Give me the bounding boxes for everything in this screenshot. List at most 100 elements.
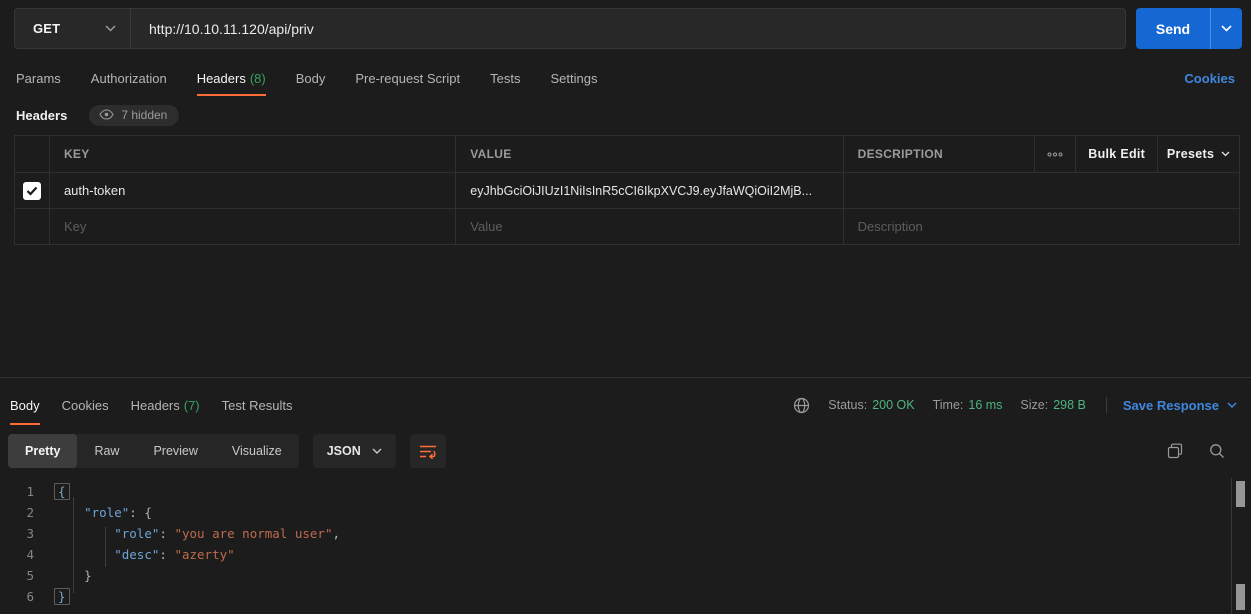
headers-count-badge: (8) — [250, 71, 266, 86]
indent-guide — [105, 527, 106, 567]
tab-params[interactable]: Params — [16, 60, 61, 96]
column-value: VALUE — [455, 136, 842, 172]
send-button-group: Send — [1136, 8, 1242, 49]
response-meta-bar: Status: 200 OK Time: 16 ms Size: 298 B S… — [793, 385, 1237, 425]
column-key: KEY — [49, 136, 455, 172]
new-header-row: Key Value Description — [15, 209, 1239, 245]
send-label: Send — [1156, 21, 1190, 37]
jwt-token-value: eyJhbGciOiJIUzI1NiIsInR5cCI6IkpXVCJ9.eyJ… — [470, 184, 812, 198]
cookies-link[interactable]: Cookies — [1184, 71, 1235, 86]
tab-headers[interactable]: Headers (8) — [197, 60, 266, 96]
eye-icon — [99, 109, 114, 120]
more-options-icon[interactable] — [1034, 136, 1075, 172]
line-number: 6 — [0, 586, 48, 607]
line-number: 3 — [0, 523, 48, 544]
headers-section-title: Headers — [16, 108, 67, 123]
indent-guide — [73, 497, 74, 593]
response-view-toolbar: Pretty Raw Preview Visualize JSON — [8, 432, 1237, 470]
send-options-button[interactable] — [1210, 8, 1242, 49]
chevron-down-icon — [1221, 151, 1230, 157]
response-tab-body[interactable]: Body — [10, 385, 40, 425]
request-tab-bar: Params Authorization Headers (8) Body Pr… — [16, 60, 1235, 96]
line-number: 4 — [0, 544, 48, 565]
json-key: "desc" — [114, 547, 159, 562]
code-line: 5 } — [0, 565, 1230, 586]
row-checkbox-cell — [15, 173, 49, 208]
bulk-edit-button[interactable]: Bulk Edit — [1075, 136, 1157, 172]
send-button[interactable]: Send — [1136, 8, 1210, 49]
json-key: "role" — [114, 526, 159, 541]
json-string-value: "azerty" — [174, 547, 234, 562]
chevron-down-icon — [105, 25, 116, 32]
fold-toggle[interactable]: { — [54, 483, 70, 500]
save-response-button[interactable]: Save Response — [1123, 398, 1237, 413]
globe-icon[interactable] — [793, 397, 810, 414]
tab-settings[interactable]: Settings — [550, 60, 597, 96]
search-icon[interactable] — [1209, 443, 1225, 459]
url-input[interactable]: http://10.10.11.120/api/priv — [130, 8, 1126, 49]
tab-body[interactable]: Body — [296, 60, 326, 96]
header-row-auth-token: auth-token eyJhbGciOiJIUzI1NiIsInR5cCI6I… — [15, 173, 1239, 209]
chevron-down-icon — [372, 448, 382, 454]
tab-authorization[interactable]: Authorization — [91, 60, 167, 96]
response-tools — [1167, 443, 1237, 459]
meta-divider — [1106, 397, 1107, 413]
header-description-field[interactable] — [843, 173, 1239, 208]
code-line: 4 "desc": "azerty" — [0, 544, 1230, 565]
view-preview[interactable]: Preview — [136, 434, 214, 468]
method-select[interactable]: GET — [14, 8, 130, 49]
pane-divider[interactable] — [0, 377, 1251, 378]
chevron-down-icon — [1221, 25, 1232, 32]
headers-table-header: KEY VALUE DESCRIPTION Bulk Edit Presets — [15, 136, 1239, 173]
view-raw[interactable]: Raw — [77, 434, 136, 468]
method-value: GET — [33, 21, 60, 36]
json-string-value: "you are normal user" — [174, 526, 332, 541]
format-dropdown[interactable]: JSON — [313, 434, 396, 468]
line-number: 1 — [0, 481, 48, 502]
time-badge: Time: 16 ms — [933, 398, 1003, 412]
view-mode-segmented-control: Pretty Raw Preview Visualize — [8, 434, 299, 468]
wrap-lines-button[interactable] — [410, 434, 446, 468]
headers-table: KEY VALUE DESCRIPTION Bulk Edit Presets … — [14, 135, 1240, 245]
json-key: "role" — [84, 505, 129, 520]
fold-toggle[interactable]: } — [54, 588, 70, 605]
tab-tests[interactable]: Tests — [490, 60, 520, 96]
response-tab-cookies[interactable]: Cookies — [62, 385, 109, 425]
copy-icon[interactable] — [1167, 443, 1183, 459]
hidden-headers-toggle[interactable]: 7 hidden — [89, 105, 179, 126]
new-key-input[interactable]: Key — [49, 209, 455, 244]
status-badge: Status: 200 OK — [828, 398, 914, 412]
row-checkbox[interactable] — [23, 182, 41, 200]
code-line: 3 "role": "you are normal user", — [0, 523, 1230, 544]
scrollbar-thumb[interactable] — [1236, 481, 1245, 507]
scrollbar-track — [1231, 478, 1232, 614]
tab-prerequest-script[interactable]: Pre-request Script — [355, 60, 460, 96]
response-headers-count-badge: (7) — [184, 398, 200, 413]
view-pretty[interactable]: Pretty — [8, 434, 77, 468]
select-all-cell — [15, 136, 49, 172]
hidden-headers-label: 7 hidden — [121, 108, 167, 122]
new-description-input[interactable]: Description — [843, 209, 1239, 244]
new-value-input[interactable]: Value — [455, 209, 842, 244]
column-description: DESCRIPTION — [843, 136, 1035, 172]
size-badge: Size: 298 B — [1020, 398, 1085, 412]
line-number: 2 — [0, 502, 48, 523]
wrap-lines-icon — [419, 444, 437, 459]
header-key-field[interactable]: auth-token — [49, 173, 455, 208]
headers-subbar: Headers 7 hidden — [16, 103, 179, 127]
code-line: 6 } — [0, 586, 1230, 607]
response-tab-test-results[interactable]: Test Results — [222, 385, 293, 425]
response-body-editor[interactable]: 1 { 2 "role": { 3 "role": "you are norma… — [0, 481, 1230, 614]
url-value: http://10.10.11.120/api/priv — [149, 21, 314, 37]
chevron-down-icon — [1227, 402, 1237, 408]
view-visualize[interactable]: Visualize — [215, 434, 299, 468]
code-line: 2 "role": { — [0, 502, 1230, 523]
response-tab-headers[interactable]: Headers (7) — [131, 385, 200, 425]
header-value-field[interactable]: eyJhbGciOiJIUzI1NiIsInR5cCI6IkpXVCJ9.eyJ… — [455, 173, 842, 208]
row-checkbox-cell — [15, 209, 49, 244]
response-tab-bar: Body Cookies Headers (7) Test Results — [10, 385, 292, 425]
url-bar: GET http://10.10.11.120/api/priv Send — [14, 8, 1242, 49]
code-line: 1 { — [0, 481, 1230, 502]
scrollbar-thumb[interactable] — [1236, 584, 1245, 610]
presets-dropdown[interactable]: Presets — [1157, 136, 1239, 172]
